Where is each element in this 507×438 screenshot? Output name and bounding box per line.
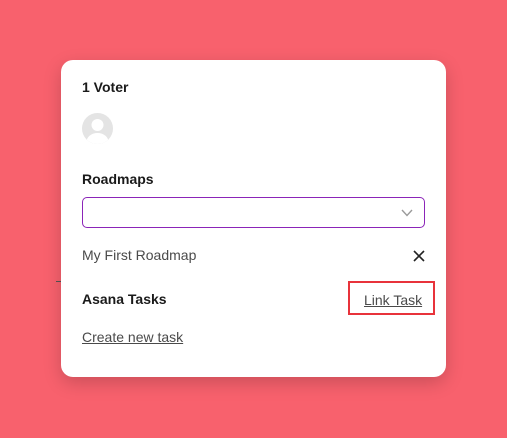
close-icon[interactable] bbox=[410, 247, 428, 265]
roadmap-list-item: My First Roadmap bbox=[82, 247, 428, 267]
create-new-task-link[interactable]: Create new task bbox=[82, 329, 183, 345]
chevron-down-icon bbox=[401, 209, 413, 217]
roadmap-name: My First Roadmap bbox=[82, 247, 197, 263]
user-avatar-icon[interactable] bbox=[82, 113, 113, 144]
voters-heading: 1 Voter bbox=[82, 79, 129, 95]
roadmaps-heading: Roadmaps bbox=[82, 171, 154, 187]
asana-tasks-heading: Asana Tasks bbox=[82, 291, 167, 307]
roadmap-select[interactable] bbox=[82, 197, 425, 228]
link-task-link[interactable]: Link Task bbox=[364, 292, 422, 308]
task-panel: 1 Voter Roadmaps My First Roadmap Asana … bbox=[61, 60, 446, 377]
